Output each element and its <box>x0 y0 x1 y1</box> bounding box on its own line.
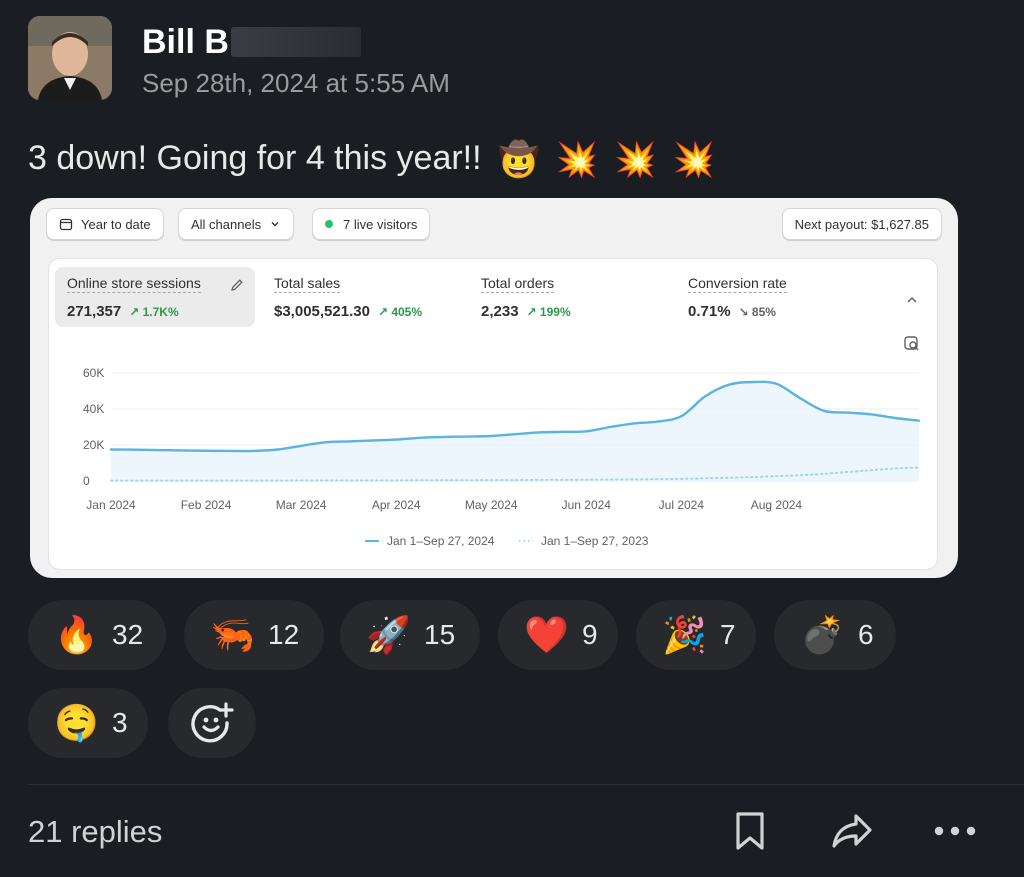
author-name[interactable]: Bill B <box>142 22 450 62</box>
reaction-count: 32 <box>112 619 144 650</box>
reaction-rocket[interactable]: 🚀 15 <box>340 600 480 670</box>
metrics-panel: Online store sessions 271,357 ↗ 1.7K% To… <box>48 258 938 570</box>
reaction-count: 12 <box>268 619 300 650</box>
metric-delta: ↗ 199% <box>526 305 571 319</box>
reaction-count: 6 <box>858 619 874 650</box>
collision-emoji: 💥 <box>555 141 599 180</box>
metric-label: Online store sessions <box>67 275 201 293</box>
live-visitors-chip: 7 live visitors <box>312 208 431 240</box>
x-tick-label: Aug 2024 <box>751 498 803 512</box>
y-tick-label: 0 <box>83 474 90 488</box>
legend-label: Jan 1–Sep 27, 2024 <box>387 534 495 548</box>
metric-total-sales: Total sales $3,005,521.30 ↗ 405% <box>262 267 462 327</box>
reaction-fire[interactable]: 🔥 32 <box>28 600 166 670</box>
redacted-name <box>230 27 361 57</box>
metric-label: Total orders <box>481 275 555 293</box>
add-emoji-icon <box>191 702 234 743</box>
metric-label: Conversion rate <box>688 275 787 293</box>
x-tick-label: Jul 2024 <box>659 498 705 512</box>
share-button[interactable] <box>830 810 874 857</box>
author-name-text: Bill B <box>142 23 229 61</box>
x-tick-label: Mar 2024 <box>276 498 327 512</box>
y-tick-label: 60K <box>83 366 104 380</box>
reaction-party[interactable]: 🎉 7 <box>636 600 756 670</box>
reaction-count: 7 <box>720 619 736 650</box>
date-range-button: Year to date <box>46 208 164 240</box>
sessions-chart: 0 20K 40K 60K Jan 2024 Feb 2024 Mar 2024 Apr 20… <box>83 366 921 548</box>
calendar-icon <box>59 218 73 231</box>
metric-delta: ↘ 85% <box>738 305 776 319</box>
metric-value: $3,005,521.30 <box>274 303 370 320</box>
legend-label: Jan 1–Sep 27, 2023 <box>541 534 649 548</box>
collision-emoji: 💥 <box>672 141 715 180</box>
channels-dropdown: All channels <box>178 208 295 240</box>
next-payout-chip: Next payout: $1,627.85 <box>781 208 942 240</box>
message-text: 3 down! Going for 4 this year!! 🤠 💥 💥 💥 <box>28 132 715 186</box>
forward-icon <box>832 814 872 848</box>
metric-total-orders: Total orders 2,233 ↗ 199% <box>469 267 669 327</box>
reaction-drooling[interactable]: 🤤 3 <box>28 688 148 758</box>
next-payout-label: Next payout: $1,627.85 <box>794 216 929 232</box>
metric-sessions: Online store sessions 271,357 ↗ 1.7K% <box>55 267 255 327</box>
footer-divider <box>28 784 1024 785</box>
fire-icon: 🔥 <box>54 614 99 655</box>
party-popper-icon: 🎉 <box>662 614 707 655</box>
metric-value: 0.71% <box>688 303 731 320</box>
post-header: Bill B Sep 28th, 2024 at 5:55 AM <box>28 16 450 100</box>
reaction-shrimp[interactable]: 🦐 12 <box>184 600 324 670</box>
metric-label: Total sales <box>274 275 341 293</box>
x-tick-label: Apr 2024 <box>372 498 421 512</box>
message-body: 3 down! Going for 4 this year!! <box>28 139 482 177</box>
heart-icon: ❤️ <box>524 614 569 655</box>
reaction-count: 9 <box>582 619 598 650</box>
more-horizontal-icon <box>934 826 976 836</box>
metric-delta: ↗ 405% <box>377 305 423 319</box>
author-avatar[interactable] <box>28 16 112 100</box>
live-visitors-label: 7 live visitors <box>343 216 418 232</box>
dashboard-screenshot[interactable]: Year to date All channels 7 live visitor… <box>30 198 958 578</box>
message-timestamp[interactable]: Sep 28th, 2024 at 5:55 AM <box>142 68 450 98</box>
reaction-count: 15 <box>424 619 456 650</box>
shrimp-icon: 🦐 <box>210 614 255 655</box>
x-tick-label: Feb 2024 <box>181 498 232 512</box>
channels-label: All channels <box>191 216 262 232</box>
reaction-count: 3 <box>112 707 128 738</box>
collision-emoji: 💥 <box>614 141 657 180</box>
x-tick-label: Jun 2024 <box>562 498 612 512</box>
metric-value: 2,233 <box>481 303 519 320</box>
reaction-bomb[interactable]: 💣 6 <box>774 600 896 670</box>
metric-delta: ↗ 1.7K% <box>129 305 179 319</box>
y-tick-label: 40K <box>83 402 104 416</box>
metric-conversion-rate: Conversion rate 0.71% ↘ 85% <box>676 267 876 327</box>
x-tick-label: May 2024 <box>465 498 518 512</box>
more-actions-button[interactable] <box>932 810 978 857</box>
chevron-up-icon <box>907 296 917 303</box>
date-range-label: Year to date <box>81 216 151 232</box>
y-tick-label: 20K <box>83 438 104 452</box>
chart-search-icon <box>904 336 919 351</box>
cowboy-emoji: 🤠 <box>497 141 540 180</box>
bookmark-icon <box>736 812 764 850</box>
x-tick-label: Jan 2024 <box>86 498 136 512</box>
dashboard-toolbar: Year to date All channels 7 live visitor… <box>46 208 942 240</box>
drooling-face-icon: 🤤 <box>54 702 99 743</box>
chevron-down-icon <box>271 222 279 227</box>
live-dot-icon <box>325 220 333 228</box>
replies-link[interactable]: 21 replies <box>28 812 162 852</box>
metric-value: 271,357 <box>67 303 122 320</box>
bomb-icon: 💣 <box>800 614 845 655</box>
bookmark-button[interactable] <box>734 810 766 857</box>
rocket-icon: 🚀 <box>366 614 411 655</box>
pencil-icon <box>231 279 243 291</box>
add-reaction-button[interactable] <box>168 688 256 758</box>
reaction-heart[interactable]: ❤️ 9 <box>498 600 618 670</box>
